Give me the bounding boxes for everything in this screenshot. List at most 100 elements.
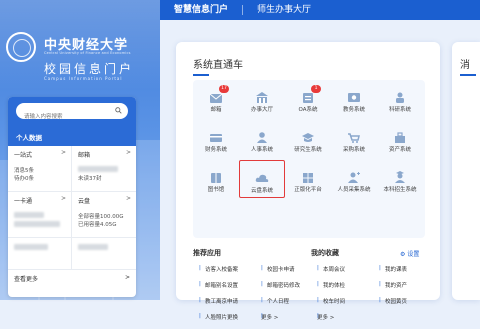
cell-title: 邮箱 [78, 152, 91, 159]
app-label: 采购系统 [342, 147, 365, 153]
app-undergrad-admission[interactable]: 本科招生系统 [377, 160, 423, 198]
student-icon [395, 171, 405, 183]
link-bus-time[interactable]: 校车时间 [317, 297, 379, 313]
app-hr[interactable]: 人事系统 [239, 120, 285, 158]
todo-count: 待办0条 [14, 176, 34, 182]
graduate-cap-icon [302, 133, 314, 142]
university-name-en: Central University of Finance and Econom… [44, 51, 131, 55]
section-title: 个人数据 [8, 129, 136, 146]
favorites-title: 我的收藏 [311, 249, 339, 257]
link-mail-alias[interactable]: 邮箱别名设置 [199, 281, 261, 297]
link-campus-card[interactable]: 校园卡申请 [261, 265, 323, 281]
blank-cell [72, 238, 136, 270]
academic-icon [348, 93, 360, 102]
search-box [16, 103, 128, 125]
tab-smart-portal[interactable]: 智慧信息门户 [160, 0, 242, 20]
recommend-more-link[interactable]: 更多 > [261, 313, 317, 329]
message-card: 消 [452, 42, 480, 300]
system-card: 系统直通车 17 邮箱 办事大厅 1 OA系统 教务系统 科研系统 财务系统 人… [176, 42, 441, 321]
card-title: 系统直通车 [193, 60, 243, 71]
building-icon [256, 92, 268, 103]
app-service-hall[interactable]: 办事大厅 [239, 80, 285, 118]
link-face-photo[interactable]: 人脸照片更换 [199, 313, 261, 329]
unread-count: 未读37封 [78, 176, 102, 182]
view-more-link[interactable]: 查看更多 > [8, 270, 136, 287]
recommend-title: 推荐应用 [193, 249, 221, 257]
redacted-text [78, 166, 118, 172]
link-mail-password[interactable]: 邮箱密码修改 [261, 281, 323, 297]
person-plus-icon [348, 172, 360, 183]
app-library[interactable]: 图书馆 [193, 160, 239, 198]
link-schedule[interactable]: 个人日程 [261, 297, 323, 313]
favorites-setting-button[interactable]: ⚙ 设置 [400, 249, 419, 258]
app-licensing[interactable]: 正版化平台 [285, 160, 331, 198]
app-label: 办事大厅 [250, 107, 273, 113]
university-logo[interactable]: 中央财经大学 Central University of Finance and… [6, 32, 156, 92]
view-more-label: 查看更多 [14, 276, 39, 283]
app-cloud-disk[interactable]: 云盘系统 [239, 160, 285, 198]
link-weekly-meeting[interactable]: 本周会议 [317, 265, 379, 281]
app-label: 人事系统 [250, 147, 273, 153]
app-research[interactable]: 科研系统 [377, 80, 423, 118]
app-academic[interactable]: 教务系统 [331, 80, 377, 118]
personal-sidebar: 个人数据 一站式 > 消息5条 待办0条 邮箱 > 未读37封 一卡通 > 云盘… [8, 97, 136, 297]
app-assets[interactable]: 资产系统 [377, 120, 423, 158]
onestop-cell[interactable]: 一站式 > 消息5条 待办0条 [8, 146, 72, 192]
app-label: 科研系统 [388, 107, 411, 113]
app-label: 研究生系统 [294, 147, 322, 153]
search-icon[interactable] [115, 107, 122, 114]
chevron-right-icon: > [124, 274, 130, 281]
blank-cell [8, 238, 72, 270]
card-cell[interactable]: 一卡通 > [8, 192, 72, 238]
chevron-right-icon: > [125, 195, 131, 202]
tab-service-hall[interactable]: 师生办事大厅 [243, 0, 325, 20]
app-label: OA系统 [298, 107, 318, 113]
mail-cell[interactable]: 邮箱 > 未读37封 [72, 146, 136, 192]
app-label: 教务系统 [342, 107, 365, 113]
message-card-title: 消 [460, 60, 470, 71]
total-capacity: 全部容量100.00G [78, 214, 124, 220]
cell-title: 云盘 [78, 198, 91, 205]
redacted-text [14, 212, 44, 218]
app-label: 人员采集系统 [337, 187, 371, 193]
cloud-cell[interactable]: 云盘 > 全部容量100.00G 已用容量4.05G [72, 192, 136, 238]
favorites-more-link[interactable]: 更多 > [317, 313, 373, 329]
research-icon [396, 92, 404, 103]
app-graduate[interactable]: 研究生系统 [285, 120, 331, 158]
message-count: 消息5条 [14, 168, 34, 174]
link-my-assets[interactable]: 我的资产 [379, 281, 441, 297]
app-label: 邮箱 [210, 107, 222, 113]
link-my-checkup[interactable]: 我的体检 [317, 281, 379, 297]
cell-title: 一卡通 [14, 198, 33, 205]
app-label: 云盘系统 [250, 188, 273, 194]
mail-badge: 17 [219, 85, 229, 93]
app-oa[interactable]: 1 OA系统 [285, 80, 331, 118]
app-label: 正版化平台 [294, 187, 322, 193]
app-personnel-collect[interactable]: 人员采集系统 [331, 160, 377, 198]
book-icon [211, 173, 221, 183]
search-input[interactable] [16, 109, 128, 125]
windows-icon [303, 173, 313, 183]
finance-icon [210, 134, 222, 142]
link-visitor[interactable]: 访客入校备案 [199, 265, 261, 281]
top-nav: 智慧信息门户 师生办事大厅 [160, 0, 480, 20]
app-mail[interactable]: 17 邮箱 [193, 80, 239, 118]
chevron-right-icon: > [60, 149, 66, 156]
recommend-links: 访客入校备案 校园卡申请 邮箱别名设置 邮箱密码修改 教工离京申请 个人日程 人… [199, 265, 323, 329]
cell-title: 一站式 [14, 152, 33, 159]
chevron-right-icon: > [125, 149, 131, 156]
link-yellow-pages[interactable]: 校园黄页 [379, 297, 441, 313]
portal-name: 校园信息门户 [44, 62, 135, 76]
redacted-text [14, 221, 60, 227]
link-my-courses[interactable]: 我的课表 [379, 265, 441, 281]
app-finance[interactable]: 财务系统 [193, 120, 239, 158]
person-icon [257, 132, 267, 143]
chevron-right-icon: > [60, 195, 66, 202]
redacted-text [78, 244, 108, 250]
assets-icon [395, 132, 405, 143]
oa-icon [303, 93, 313, 103]
link-leave-beijing[interactable]: 教工离京申请 [199, 297, 261, 313]
app-label: 资产系统 [388, 147, 411, 153]
app-grid: 17 邮箱 办事大厅 1 OA系统 教务系统 科研系统 财务系统 人事系统 研究… [193, 80, 425, 238]
app-procurement[interactable]: 采购系统 [331, 120, 377, 158]
